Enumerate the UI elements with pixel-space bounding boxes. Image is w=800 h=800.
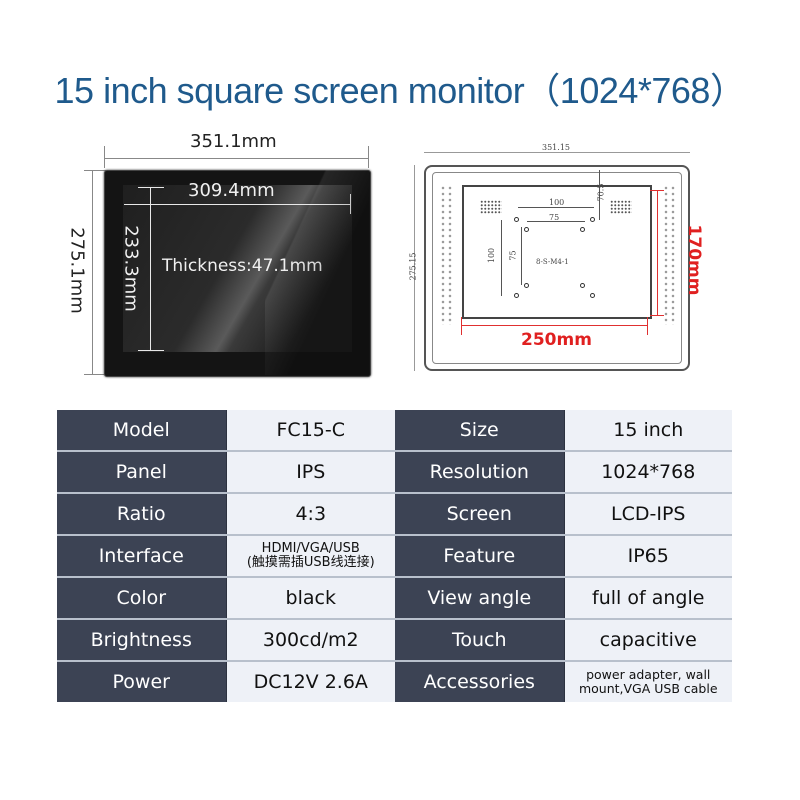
spec-label: Touch [395, 619, 565, 662]
spec-value: 1024*768 [564, 451, 732, 494]
cutout-width-line [461, 325, 647, 326]
spec-value: IP65 [564, 535, 732, 578]
vesa-100-label: 100 [549, 198, 565, 207]
overall-height-label: 275.15 [408, 252, 418, 281]
spec-label: Model [57, 410, 227, 452]
cutout-height-line [657, 190, 658, 316]
table-row: Interface HDMI/VGA/USB (触摸需插USB线连接) Feat… [57, 535, 732, 578]
dimension-tick [138, 187, 164, 188]
dimension-tick [461, 317, 462, 335]
dimension-tick [104, 146, 105, 168]
screen-height-label: 233.3mm [120, 225, 142, 312]
mount-hole [590, 217, 595, 222]
vesa-100-v-label: 100 [487, 247, 497, 264]
overall-width-line [424, 152, 690, 153]
spec-label: Screen [395, 493, 565, 536]
table-row: Ratio 4:3 Screen LCD-IPS [57, 493, 732, 536]
mount-hole [514, 217, 519, 222]
spec-value: HDMI/VGA/USB (触摸需插USB线连接) [226, 535, 395, 578]
page-title: 15 inch square screen monitor（1024*768） [54, 70, 746, 111]
vent-dots-right [670, 185, 676, 325]
spec-label: Interface [57, 535, 227, 578]
mount-hole [580, 283, 585, 288]
dimension-tick [647, 317, 648, 335]
width-dimension-line [104, 158, 369, 159]
mount-hole [580, 227, 585, 232]
spec-label: Accessories [395, 661, 565, 702]
dimension-tick [650, 190, 664, 191]
outer-width-label: 351.1mm [190, 131, 277, 152]
vesa-100-line [518, 207, 594, 208]
spec-value: IPS [226, 451, 395, 494]
spec-value-line: HDMI/VGA/USB [261, 541, 360, 556]
vent-dots-left [447, 185, 453, 325]
spec-label: Size [395, 410, 565, 452]
spec-table: Model FC15-C Size 15 inch Panel IPS Reso… [57, 410, 732, 702]
spec-value: 300cd/m2 [226, 619, 395, 662]
spec-value-line: (触摸需插USB线连接) [246, 555, 375, 570]
dimension-tick [368, 146, 369, 168]
spec-value: DC12V 2.6A [226, 661, 395, 702]
vesa-100-v-line [501, 220, 502, 296]
spec-label: Resolution [395, 451, 565, 494]
spec-value: LCD-IPS [564, 493, 732, 536]
spec-value: 15 inch [564, 410, 732, 452]
spec-label: View angle [395, 577, 565, 620]
spec-value-line: power adapter, wall [586, 667, 711, 682]
spec-label: Power [57, 661, 227, 702]
speaker-grill-left [480, 200, 502, 214]
cutout-width-label: 250mm [521, 330, 592, 350]
vent-dots-right [663, 185, 669, 325]
mount-hole [524, 227, 529, 232]
table-row: Panel IPS Resolution 1024*768 [57, 451, 732, 494]
height-dimension-line [92, 170, 93, 375]
spec-value: 4:3 [226, 493, 395, 536]
thickness-label: Thickness:47.1mm [162, 256, 323, 276]
screw-spec-label: 8-S-M4-1 [536, 258, 569, 266]
dimension-tick [350, 194, 351, 214]
dimension-tick [138, 350, 164, 351]
spec-label: Ratio [57, 493, 227, 536]
vent-dots-left [440, 185, 446, 325]
spec-value: black [226, 577, 395, 620]
overall-width-label: 351.15 [542, 143, 570, 152]
dimension-tick [84, 170, 106, 171]
dimension-tick [84, 374, 106, 375]
table-row: Power DC12V 2.6A Accessories power adapt… [57, 661, 732, 702]
spec-label: Panel [57, 451, 227, 494]
offset-label: 70.5 [596, 183, 606, 202]
mount-hole [590, 293, 595, 298]
outer-height-label: 275.1mm [66, 227, 88, 314]
spec-value: power adapter, wall mount,VGA USB cable [564, 661, 732, 702]
spec-label: Color [57, 577, 227, 620]
spec-value: capacitive [564, 619, 732, 662]
screen-width-label: 309.4mm [188, 180, 275, 201]
vesa-75-label: 75 [549, 213, 560, 222]
vesa-75-v-label: 75 [508, 250, 518, 261]
vesa-75-v-line [521, 227, 522, 285]
screen-height-line [150, 187, 151, 350]
spec-value: full of angle [564, 577, 732, 620]
spec-value-line: mount,VGA USB cable [578, 681, 718, 696]
screen-width-line [124, 204, 351, 205]
mount-hole [524, 283, 529, 288]
spec-value: FC15-C [226, 410, 395, 452]
table-row: Model FC15-C Size 15 inch [57, 410, 732, 452]
table-row: Color black View angle full of angle [57, 577, 732, 620]
dimension-tick [650, 315, 664, 316]
speaker-grill-right [610, 200, 632, 214]
spec-label: Brightness [57, 619, 227, 662]
table-row: Brightness 300cd/m2 Touch capacitive [57, 619, 732, 662]
spec-label: Feature [395, 535, 565, 578]
mount-hole [514, 293, 519, 298]
cutout-height-label: 170mm [684, 224, 704, 296]
